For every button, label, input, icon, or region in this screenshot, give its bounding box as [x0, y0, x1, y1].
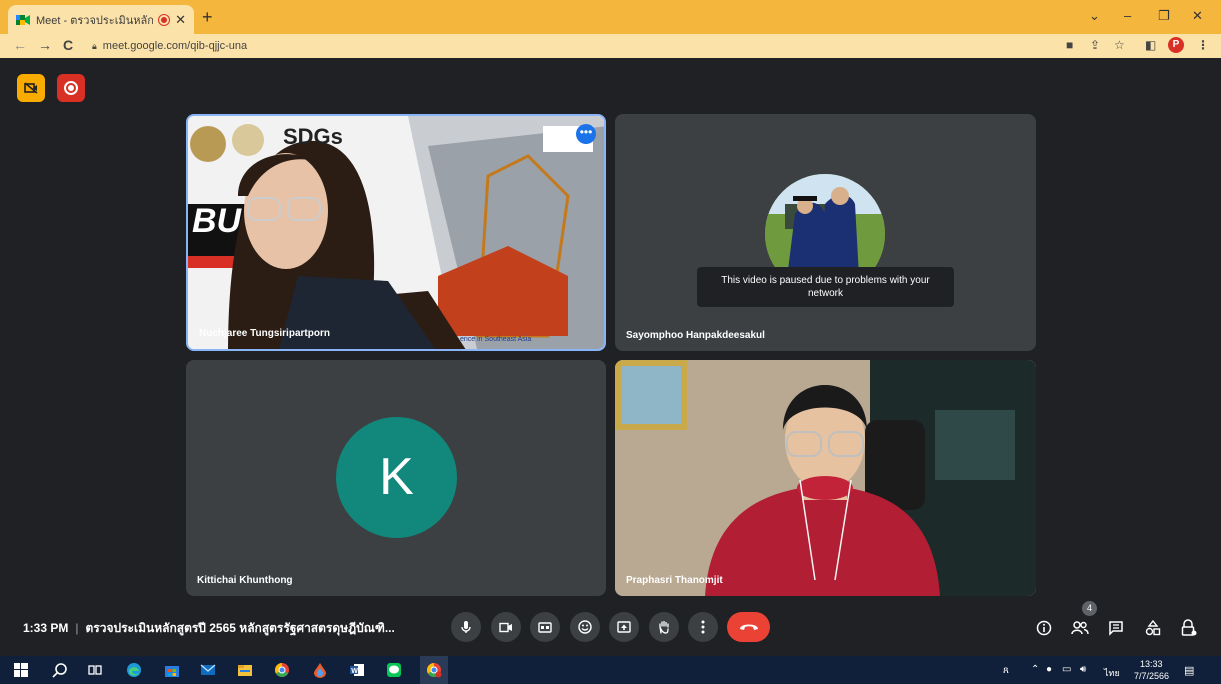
meeting-title: ตรวจประเมินหลักสูตรปี 2565 หลักสูตรรัฐศา…: [85, 621, 395, 635]
present-screen-icon: [617, 621, 631, 633]
reactions-button[interactable]: [570, 612, 600, 642]
slide-sdgs-text: SDGs: [283, 124, 343, 149]
host-controls-button[interactable]: [1178, 617, 1200, 639]
recording-button[interactable]: [57, 74, 85, 102]
participant-name: Kittichai Khunthong: [197, 575, 293, 586]
tab-close-icon[interactable]: ✕: [175, 12, 186, 28]
video-off-icon: [24, 82, 38, 94]
video-paused-message: This video is paused due to problems wit…: [697, 267, 954, 307]
tab-search-icon[interactable]: ⌄: [1089, 8, 1100, 24]
input-language[interactable]: ไทย: [1104, 666, 1120, 680]
camera-icon: [499, 622, 512, 632]
clock-time[interactable]: 13:33: [1140, 659, 1163, 669]
activities-button[interactable]: [1142, 617, 1164, 639]
file-explorer-icon[interactable]: [236, 661, 254, 679]
address-bar-row: ← → C 🔒︎ meet.google.com/qib-qjjc-una ■ …: [0, 34, 1221, 58]
show-hidden-icons-icon[interactable]: ⌃: [1031, 664, 1039, 675]
new-tab-button[interactable]: +: [202, 7, 213, 28]
side-panel-icon[interactable]: ◧: [1145, 38, 1156, 52]
tile-more-options-button[interactable]: •••: [576, 124, 596, 144]
mail-icon[interactable]: [199, 661, 217, 679]
search-icon[interactable]: [51, 661, 69, 679]
activities-shapes-icon: [1145, 620, 1161, 636]
info-icon: [1036, 620, 1052, 636]
windows-start-icon[interactable]: [12, 661, 30, 679]
leave-call-button[interactable]: [727, 612, 770, 642]
svg-text:W: W: [351, 668, 358, 675]
chrome-profile-icon[interactable]: [425, 661, 443, 679]
minimize-button[interactable]: –: [1124, 8, 1131, 23]
meeting-info: 1:33 PM | ตรวจประเมินหลักสูตรปี 2565 หลักส…: [23, 619, 395, 638]
notifications-icon[interactable]: ▤: [1184, 664, 1194, 677]
restore-button[interactable]: ❐: [1158, 8, 1170, 24]
chat-icon: [1109, 621, 1123, 636]
reload-button[interactable]: C: [63, 37, 73, 53]
participant-name: Nuchjaree Tungsiripartporn: [199, 328, 330, 339]
meeting-details-button[interactable]: [1033, 617, 1055, 639]
meeting-time: 1:33 PM: [23, 621, 69, 635]
line-app-icon[interactable]: [385, 661, 403, 679]
network-icon[interactable]: ▭: [1062, 664, 1071, 675]
participant-tile[interactable]: This video is paused due to problems wit…: [615, 114, 1036, 351]
emoji-icon: [578, 620, 592, 634]
participant-video: [188, 116, 604, 349]
participant-tile[interactable]: K Kittichai Khunthong: [186, 360, 606, 596]
more-vert-icon: [701, 620, 705, 634]
slide-bu-text: BU: [192, 202, 242, 240]
captions-button[interactable]: [530, 612, 560, 642]
word-icon[interactable]: W: [348, 661, 366, 679]
recording-indicator-icon: [159, 14, 170, 25]
microphone-icon: [461, 621, 471, 633]
clock-date[interactable]: 7/7/2566: [1134, 671, 1169, 681]
microphone-tray-icon[interactable]: ●: [1046, 664, 1052, 675]
forward-button[interactable]: →: [38, 37, 52, 53]
participant-name: Praphasri Thanomjit: [626, 575, 723, 586]
record-icon: [64, 81, 78, 95]
participants-count-badge: 4: [1082, 601, 1097, 616]
lock-icon: 🔒︎: [92, 40, 97, 51]
meeting-separator: |: [75, 621, 79, 635]
more-options-button[interactable]: [688, 612, 718, 642]
chrome-icon[interactable]: [273, 661, 291, 679]
browser-tab[interactable]: Meet - ตรวจประเมินหลักสูตรปี 2 ✕: [8, 5, 194, 34]
browser-tab-bar: Meet - ตรวจประเมินหลักสูตรปี 2 ✕ + ⌄ – ❐…: [0, 0, 1221, 34]
volume-icon[interactable]: 🔊︎: [1080, 664, 1086, 675]
participant-video: [615, 360, 1036, 596]
bookmark-star-icon[interactable]: ☆: [1114, 38, 1125, 52]
chat-button[interactable]: [1105, 617, 1127, 639]
url-text: meet.google.com/qib-qjjc-una: [102, 40, 248, 52]
tab-title: Meet - ตรวจประเมินหลักสูตรปี 2: [36, 14, 154, 27]
hangup-phone-icon: [739, 624, 758, 630]
captions-icon: [538, 621, 552, 633]
participant-tile[interactable]: Praphasri Thanomjit: [615, 360, 1036, 596]
participant-avatar-k: K: [336, 417, 457, 538]
hand-icon: [659, 620, 669, 634]
camera-button[interactable]: [491, 612, 521, 642]
menu-kebab-icon[interactable]: ⋮: [1197, 38, 1209, 52]
slide-caption-text: ence in Southeast Asia: [460, 336, 532, 343]
task-view-icon[interactable]: [86, 661, 104, 679]
profile-avatar[interactable]: P: [1168, 37, 1184, 53]
lock-person-icon: [1181, 619, 1197, 636]
participant-name: Sayomphoo Hanpakdeesakul: [626, 330, 765, 341]
people-icon: [1071, 621, 1089, 635]
raise-hand-button[interactable]: [649, 612, 679, 642]
camera-off-indicator-button[interactable]: [17, 74, 45, 102]
participant-tile[interactable]: SDGs BU ence in Southeast Asia ••• Nuchj…: [186, 114, 606, 351]
people-button[interactable]: [1069, 617, 1091, 639]
edge-browser-icon[interactable]: [125, 661, 143, 679]
droplet-app-icon[interactable]: [311, 661, 329, 679]
meet-favicon-icon: [16, 14, 30, 25]
url-bar[interactable]: 🔒︎ meet.google.com/qib-qjjc-una: [90, 36, 1055, 56]
share-icon[interactable]: ⇪: [1090, 38, 1100, 52]
store-icon[interactable]: [163, 661, 181, 679]
back-button[interactable]: ←: [13, 37, 27, 53]
present-now-button[interactable]: [609, 612, 639, 642]
camera-permission-icon[interactable]: ■: [1066, 38, 1073, 52]
microphone-button[interactable]: [451, 612, 481, 642]
close-window-button[interactable]: ✕: [1192, 8, 1203, 24]
people-tray-icon[interactable]: ጸ: [1003, 665, 1009, 676]
